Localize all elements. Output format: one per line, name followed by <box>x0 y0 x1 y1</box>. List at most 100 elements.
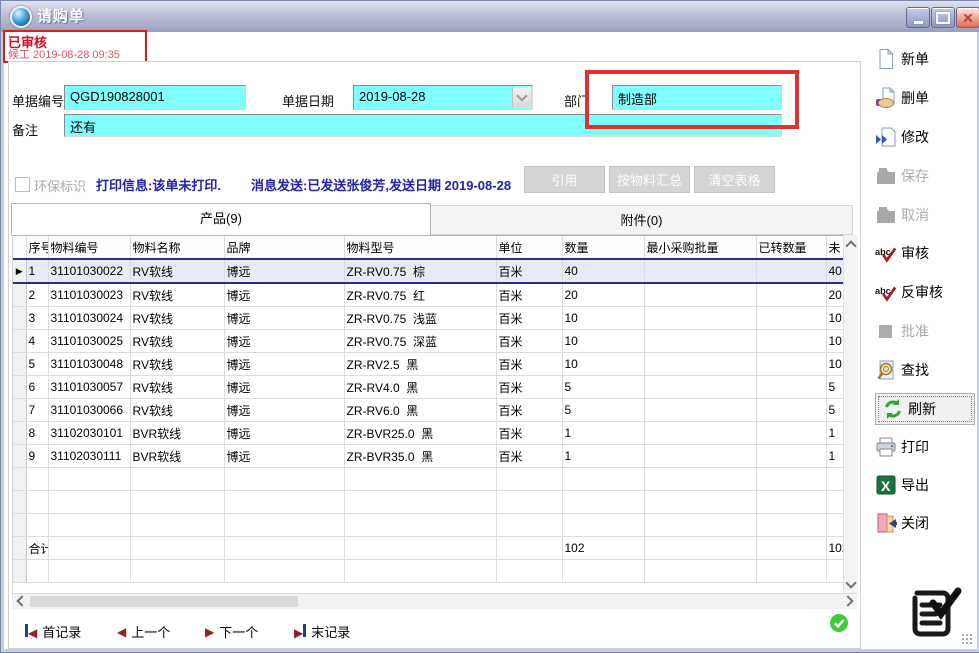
doc-no-label: 单据编号 <box>12 91 64 110</box>
tab[interactable]: 产品(9) <box>11 203 431 235</box>
column-header[interactable]: 已转数量 <box>756 236 826 259</box>
sidebar-button[interactable]: abc 反审核 <box>875 277 975 307</box>
empty-row <box>13 468 844 491</box>
row-indicator <box>13 376 26 399</box>
scroll-up-button[interactable] <box>844 237 858 251</box>
sidebar-button-label: 导出 <box>901 475 929 495</box>
column-header[interactable]: 物料编号 <box>48 236 130 259</box>
sidebar-button[interactable]: 取消 <box>875 200 975 230</box>
save-doc-icon <box>875 165 897 187</box>
record-nav-button[interactable]: ▶ 下一个 <box>205 622 258 641</box>
eco-checkbox-label: 环保标识 <box>34 176 86 195</box>
tab[interactable]: 附件(0) <box>431 205 853 235</box>
sidebar-button-label: 打印 <box>901 437 929 457</box>
maximize-button[interactable] <box>931 7 955 28</box>
row-indicator <box>13 399 26 422</box>
row-indicator <box>13 422 26 445</box>
chevron-down-icon <box>516 90 527 101</box>
scroll-left-button[interactable] <box>13 594 27 608</box>
column-header[interactable]: 物料名称 <box>130 236 224 259</box>
sidebar-button[interactable]: abc 审核 <box>875 238 975 268</box>
action-button[interactable]: 清空表格 <box>694 166 775 193</box>
table-row[interactable]: 231101030023 RV软线博远 ZR-RV0.75 红百米 20 20 <box>13 283 844 307</box>
sidebar-button-label: 批准 <box>901 321 929 341</box>
total-untransferred: 102 <box>826 537 844 560</box>
row-indicator <box>13 283 26 307</box>
close-button[interactable]: ✕ <box>956 7 979 28</box>
sidebar-button[interactable]: 修改 <box>875 122 975 152</box>
dept-field[interactable]: 制造部 <box>612 85 782 110</box>
column-header[interactable]: 序号 <box>26 236 48 259</box>
record-nav-button[interactable]: ◀ 首记录 <box>25 622 81 641</box>
total-row: 合计 102 102 <box>13 537 844 560</box>
row-indicator <box>13 307 26 330</box>
new-doc-icon <box>875 48 897 70</box>
chevron-up-icon <box>845 240 856 251</box>
sidebar-button-label: 保存 <box>901 166 929 186</box>
column-header[interactable]: 单位 <box>496 236 562 259</box>
print-info-text: 打印信息:该单未打印. <box>96 175 221 194</box>
sidebar-button[interactable]: 查找 <box>875 355 975 385</box>
titlebar-shadow <box>1 29 979 32</box>
tab-strip: 产品(9)附件(0) <box>11 203 853 235</box>
action-button[interactable]: 引用 <box>524 166 605 193</box>
record-nav-button[interactable]: ◀ 上一个 <box>117 622 170 641</box>
doc-date-dropdown-button[interactable] <box>512 87 531 108</box>
sidebar-button[interactable]: 新单 <box>875 44 975 74</box>
row-indicator <box>13 353 26 376</box>
column-header[interactable]: 数量 <box>562 236 644 259</box>
empty-row <box>13 491 844 514</box>
approval-stamp: 已审核 候工 2019-08-28 09:35 <box>3 30 147 63</box>
column-header[interactable] <box>13 236 26 259</box>
record-nav-button[interactable]: ▶ 末记录 <box>294 622 350 641</box>
record-nav-label: 首记录 <box>42 622 81 641</box>
doc-no-field[interactable]: QGD190828001 <box>64 85 246 110</box>
horizontal-scrollbar[interactable] <box>12 593 857 609</box>
action-button[interactable]: 按物料汇总 <box>609 166 690 193</box>
sidebar-button[interactable]: 批准 <box>875 316 975 346</box>
app-logo-icon <box>903 583 963 644</box>
table-row[interactable]: 531101030048 RV软线博远 ZR-RV2.5 黑百米 10 10 <box>13 353 844 376</box>
scroll-down-button[interactable] <box>844 577 858 591</box>
vertical-scrollbar[interactable] <box>843 235 858 593</box>
dept-label: 部门 <box>564 91 590 110</box>
purchase-requisition-window: 请购单 ✕ 已审核 候工 2019-08-28 09:35 单据编号 QGD19… <box>0 0 979 653</box>
table-row[interactable]: 831102030101 BVR软线博远 ZR-BVR25.0 黑百米 1 1 <box>13 422 844 445</box>
column-header[interactable]: 物料型号 <box>344 236 496 259</box>
table-row[interactable]: ▶ 131101030022 RV软线博远 ZR-RV0.75 棕百米 40 4… <box>13 259 844 283</box>
sidebar-button[interactable]: 刷新 <box>875 393 975 425</box>
nav-first-icon: ◀ <box>25 624 37 640</box>
sidebar-button[interactable]: 保存 <box>875 161 975 191</box>
table-row[interactable]: 631101030057 RV软线博远 ZR-RV4.0 黑百米 5 5 <box>13 376 844 399</box>
eco-checkbox[interactable] <box>15 177 30 192</box>
stamp-subtitle: 候工 2019-08-28 09:35 <box>8 46 120 62</box>
table-row[interactable]: 931102030111 BVR软线博远 ZR-BVR35.0 黑百米 1 1 <box>13 445 844 468</box>
sidebar-button[interactable]: 打印 <box>875 432 975 462</box>
sidebar-button[interactable]: X 导出 <box>875 470 975 500</box>
refresh-icon <box>882 398 904 420</box>
sidebar-button-label: 取消 <box>901 205 929 225</box>
table-row[interactable]: 431101030025 RV软线博远 ZR-RV0.75 深蓝百米 10 10 <box>13 330 844 353</box>
column-header[interactable]: 未 <box>826 236 844 259</box>
column-header[interactable]: 品牌 <box>224 236 344 259</box>
sidebar-button-label: 关闭 <box>901 513 929 533</box>
maximize-icon <box>936 12 950 24</box>
column-header[interactable]: 最小采购批量 <box>644 236 756 259</box>
doc-date-combobox[interactable]: 2019-08-28 <box>353 85 533 110</box>
table-row[interactable]: 331101030024 RV软线博远 ZR-RV0.75 浅蓝百米 10 10 <box>13 307 844 330</box>
sidebar-button-label: 新单 <box>901 49 929 69</box>
sidebar-button[interactable]: 删单 <box>875 83 975 113</box>
table-row[interactable]: 731101030066 RV软线博远 ZR-RV6.0 黑百米 5 5 <box>13 399 844 422</box>
titlebar: 请购单 ✕ <box>1 1 979 30</box>
total-qty: 102 <box>562 537 644 560</box>
grid-header-row: 序号物料编号物料名称品牌物料型号单位数量最小采购批量已转数量未 <box>13 236 844 259</box>
resize-grip[interactable] <box>961 633 973 645</box>
minimize-button[interactable] <box>906 7 930 28</box>
remark-field[interactable]: 还有 <box>64 114 782 137</box>
sidebar-button[interactable]: 关闭 <box>875 508 975 538</box>
sidebar-button-label: 刷新 <box>908 399 936 419</box>
doc-date-label: 单据日期 <box>282 91 334 110</box>
scrollbar-thumb[interactable] <box>30 596 298 607</box>
approve-icon <box>875 320 897 342</box>
scroll-right-button[interactable] <box>842 594 856 608</box>
